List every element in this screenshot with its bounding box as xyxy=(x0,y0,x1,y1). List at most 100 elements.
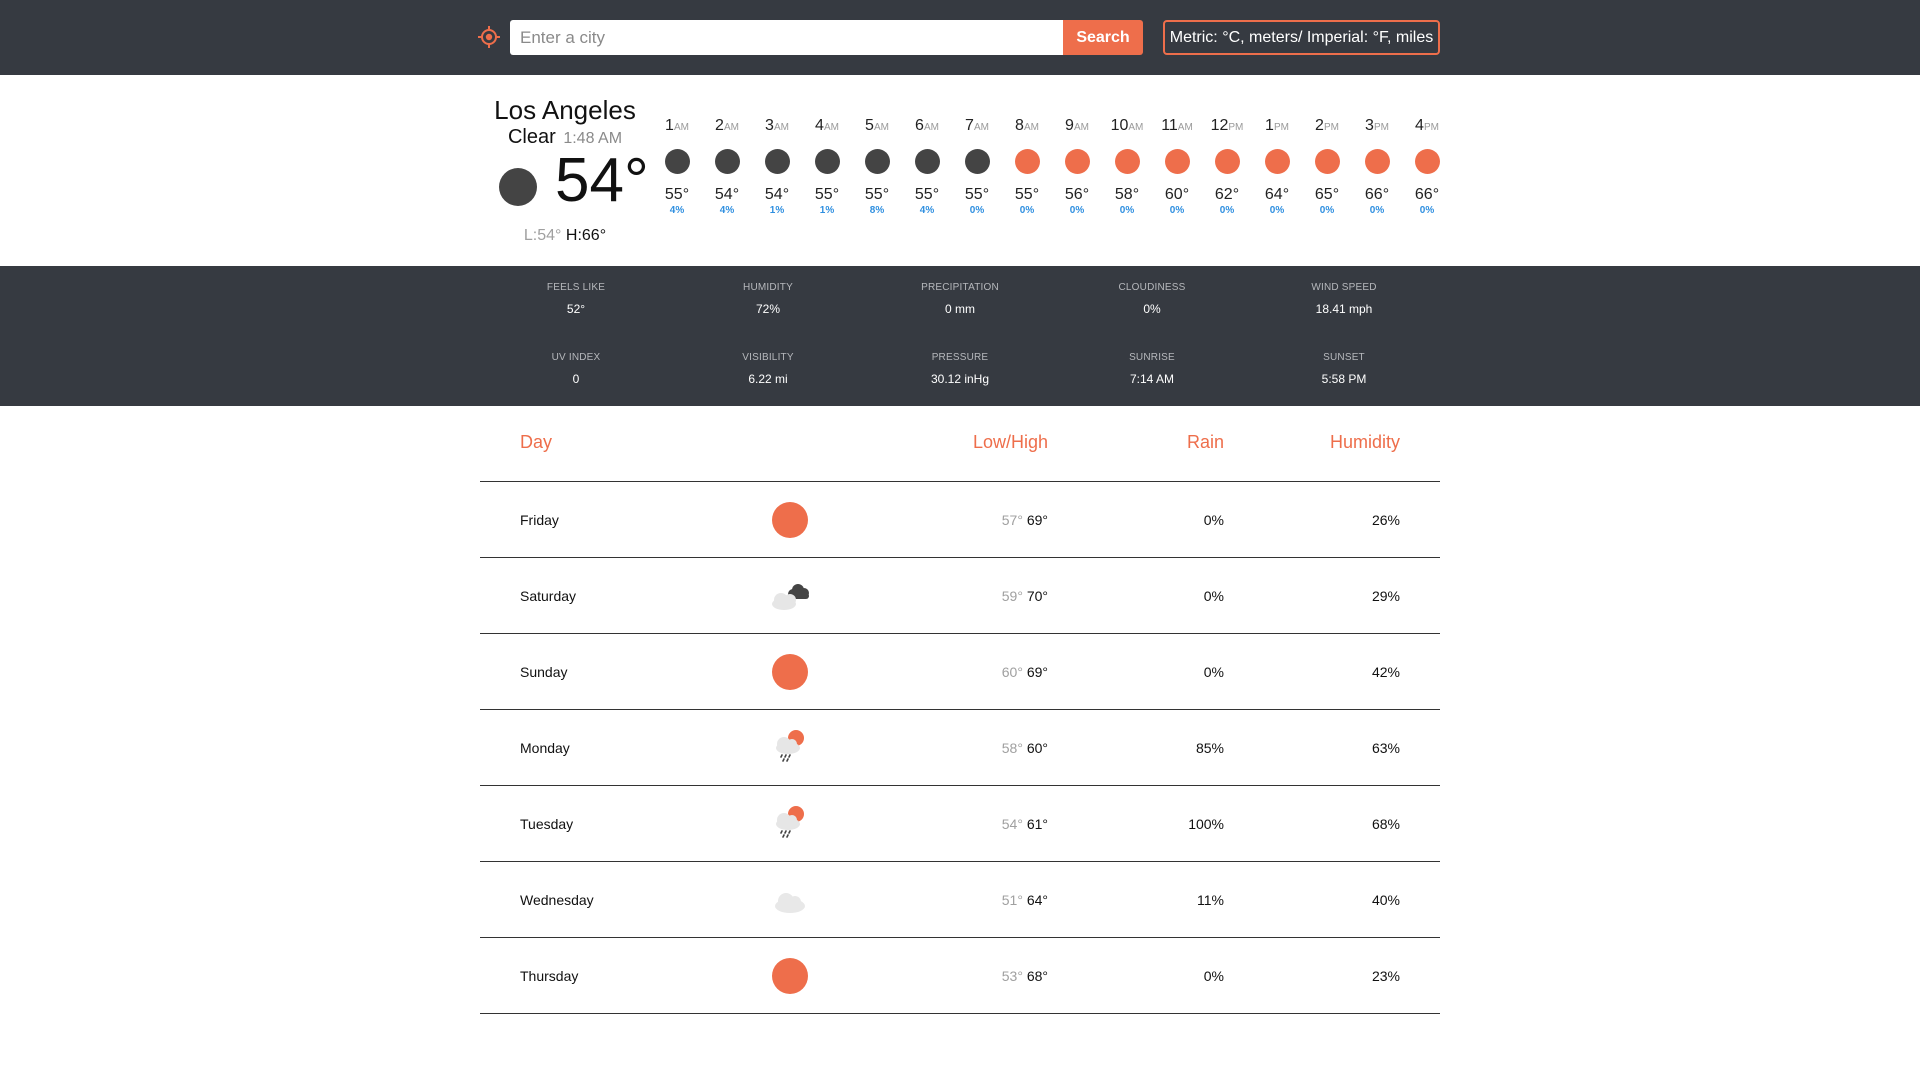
hourly-item: 3AM 54° 1% xyxy=(752,117,802,216)
hourly-item: 7AM 55° 0% xyxy=(952,117,1002,216)
hour-label: 10AM xyxy=(1102,117,1152,137)
day-low-high: 54° 61° xyxy=(1002,816,1048,832)
top-bar: Search Metric: °C, meters/ Imperial: °F,… xyxy=(0,0,1920,75)
day-high: 68° xyxy=(1026,968,1048,984)
day-high: 69° xyxy=(1026,664,1048,680)
hour-precip-chance: 0% xyxy=(1369,205,1385,216)
hour-precip-chance: 0% xyxy=(1019,205,1035,216)
hour-label: 3AM xyxy=(752,117,802,137)
daily-forecast-table: Day Low/High Rain Humidity Friday 57° 69°… xyxy=(480,406,1440,1014)
hourly-item: 11AM 60° 0% xyxy=(1152,117,1202,216)
hour-temperature: 55° xyxy=(1014,186,1040,203)
cloud-icon xyxy=(764,880,816,920)
day-low-high: 60° 69° xyxy=(1002,664,1048,680)
hour-temperature: 60° xyxy=(1164,186,1190,203)
hour-number: 1 xyxy=(1265,117,1274,134)
hour-temperature: 55° xyxy=(964,186,990,203)
hour-temperature: 56° xyxy=(1064,186,1090,203)
detail-label: FEELS LIKE xyxy=(546,282,606,293)
hour-ampm: PM xyxy=(1273,122,1289,133)
hour-label: 1AM xyxy=(652,117,702,137)
hour-ampm: PM xyxy=(1323,122,1339,133)
day-rain: 11% xyxy=(1197,892,1224,908)
city-search-input[interactable] xyxy=(510,20,1064,55)
moon-icon xyxy=(914,149,940,174)
hour-temperature: 65° xyxy=(1314,186,1340,203)
detail-item: VISIBILITY 6.22 mi xyxy=(688,352,848,386)
hour-number: 12 xyxy=(1210,117,1229,134)
day-humidity: 42% xyxy=(1371,664,1400,680)
day-humidity: 29% xyxy=(1371,588,1400,604)
hour-ampm: AM xyxy=(773,122,789,133)
hour-precip-chance: 0% xyxy=(1219,205,1235,216)
hour-label: 2AM xyxy=(702,117,752,137)
sun-icon xyxy=(764,956,816,996)
sun-icon xyxy=(764,652,816,692)
hour-ampm: AM xyxy=(1073,122,1089,133)
moon-icon xyxy=(664,149,690,174)
detail-label: VISIBILITY xyxy=(742,352,794,363)
daily-row: Saturday 59° 70° 0% 29% xyxy=(480,558,1440,634)
detail-item: CLOUDINESS 0% xyxy=(1072,282,1232,316)
hour-number: 3 xyxy=(765,117,774,134)
hour-temperature: 66° xyxy=(1364,186,1390,203)
detail-value: 6.22 mi xyxy=(748,372,788,386)
daily-row: Friday 57° 69° 0% 26% xyxy=(480,482,1440,558)
condition-text: Clear xyxy=(507,126,556,148)
detail-item: PRECIPITATION 0 mm xyxy=(880,282,1040,316)
units-toggle-button[interactable]: Metric: °C, meters/ Imperial: °F, miles xyxy=(1163,20,1440,55)
day-name: Sunday xyxy=(520,664,568,680)
detail-value: 30.12 inHg xyxy=(930,372,990,386)
hour-number: 2 xyxy=(1315,117,1324,134)
hour-ampm: AM xyxy=(723,122,739,133)
hour-number: 6 xyxy=(915,117,924,134)
hour-precip-chance: 0% xyxy=(1169,205,1185,216)
detail-label: PRESSURE xyxy=(931,352,989,363)
hourly-item: 1PM 64° 0% xyxy=(1252,117,1302,216)
hour-temperature: 54° xyxy=(714,186,740,203)
header-rain: Rain xyxy=(1186,432,1224,452)
day-low-high: 53° 68° xyxy=(1002,968,1048,984)
hour-number: 9 xyxy=(1065,117,1074,134)
daily-row: Tuesday 54° 61° 100% 68% xyxy=(480,786,1440,862)
locate-icon[interactable] xyxy=(478,26,500,48)
day-low: 54° xyxy=(1001,816,1023,832)
hour-precip-chance: 4% xyxy=(919,205,935,216)
hour-number: 4 xyxy=(815,117,824,134)
hour-precip-chance: 0% xyxy=(1419,205,1435,216)
hourly-item: 3PM 66° 0% xyxy=(1352,117,1402,216)
sun-icon xyxy=(1214,149,1240,174)
detail-value: 18.41 mph xyxy=(1315,302,1373,316)
detail-label: SUNRISE xyxy=(1129,352,1175,363)
sun-icon xyxy=(1314,149,1340,174)
hour-label: 4PM xyxy=(1402,117,1452,137)
day-low-high: 57° 69° xyxy=(1002,512,1048,528)
hourly-item: 2PM 65° 0% xyxy=(1302,117,1352,216)
day-rain: 0% xyxy=(1203,588,1224,604)
hour-temperature: 66° xyxy=(1414,186,1440,203)
hourly-item: 9AM 56° 0% xyxy=(1052,117,1102,216)
detail-value: 72% xyxy=(755,302,781,316)
day-name: Tuesday xyxy=(520,816,574,832)
hour-number: 4 xyxy=(1415,117,1424,134)
hour-label: 8AM xyxy=(1002,117,1052,137)
search-button[interactable]: Search xyxy=(1063,20,1143,55)
hour-precip-chance: 1% xyxy=(819,205,835,216)
day-low: 58° xyxy=(1001,740,1023,756)
detail-item: SUNSET 5:58 PM xyxy=(1264,352,1424,386)
current-time: 1:48 AM xyxy=(563,130,623,147)
hourly-item: 4PM 66° 0% xyxy=(1402,117,1452,216)
day-high: 69° xyxy=(1026,512,1048,528)
day-rain: 85% xyxy=(1195,740,1224,756)
hour-ampm: AM xyxy=(973,122,989,133)
hour-precip-chance: 0% xyxy=(1119,205,1135,216)
hourly-item: 10AM 58° 0% xyxy=(1102,117,1152,216)
hour-label: 2PM xyxy=(1302,117,1352,137)
header-humidity: Humidity xyxy=(1329,432,1400,452)
day-rain: 0% xyxy=(1203,664,1224,680)
day-low-high: 59° 70° xyxy=(1002,588,1048,604)
detail-value: 7:14 AM xyxy=(1129,372,1175,386)
detail-label: CLOUDINESS xyxy=(1118,282,1186,293)
day-humidity: 26% xyxy=(1371,512,1400,528)
hour-number: 8 xyxy=(1015,117,1024,134)
